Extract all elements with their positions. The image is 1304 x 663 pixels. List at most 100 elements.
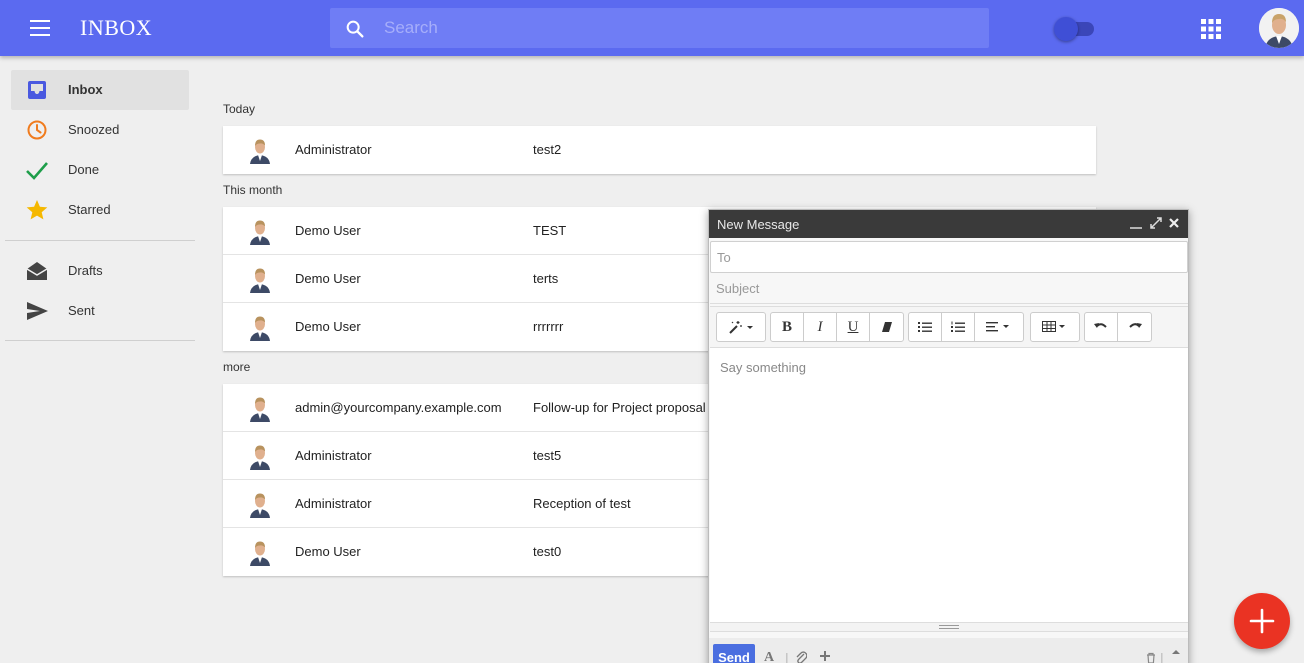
sender-avatar [247,538,273,566]
top-app-bar: INBOX [0,0,1304,56]
to-input[interactable] [711,242,1187,272]
compose-footer: Send A | | [709,638,1188,663]
undo-icon[interactable] [1085,313,1118,341]
paragraph-group [908,312,1024,342]
sender-avatar [247,394,273,422]
sidebar-item-label: Sent [68,303,95,318]
sender-avatar [247,442,273,470]
italic-button[interactable]: I [804,313,837,341]
more-options-icon[interactable] [1171,648,1181,656]
sidebar-divider [5,240,195,241]
style-group [716,312,766,342]
trash-icon[interactable] [1145,652,1157,663]
unordered-list-icon[interactable] [909,313,942,341]
inbox-icon [28,81,46,99]
search-icon[interactable] [344,18,366,40]
expand-icon[interactable] [1149,216,1163,230]
message-group-today: Administrator test2 [223,126,1096,174]
bold-button[interactable]: B [771,313,804,341]
underline-button[interactable]: U [837,313,870,341]
sender-avatar [247,265,273,293]
footer-separator: | [1160,650,1164,663]
compose-header[interactable]: New Message [709,210,1188,238]
sender-avatar [247,313,273,341]
eraser-icon[interactable] [870,313,903,341]
resize-grip-icon [939,625,959,629]
sidebar-item-snoozed[interactable]: Snoozed [11,110,189,150]
footer-separator: | [785,650,789,663]
sender-avatar [247,490,273,518]
sidebar-item-inbox[interactable]: Inbox [11,70,189,110]
sidebar-item-sent[interactable]: Sent [11,291,189,331]
message-subject: test5 [533,448,562,463]
subject-input[interactable] [710,274,1188,303]
section-label-more: more [223,360,251,374]
sidebar-item-starred[interactable]: Starred [11,190,189,230]
body-placeholder: Say something [720,360,806,375]
message-sender: Demo User [295,271,361,286]
app-title: INBOX [80,15,153,40]
message-subject: TEST [533,223,567,238]
toggle-knob [1054,17,1078,41]
message-sender: Demo User [295,319,361,334]
font-style-group: B I U [770,312,904,342]
hamburger-menu-icon[interactable] [22,16,58,40]
editor-toolbar: B I U [710,306,1188,348]
sidebar-divider [5,340,195,341]
to-field [710,241,1188,273]
sidebar-item-drafts[interactable]: Drafts [11,251,189,291]
subject-field [710,274,1188,304]
sidebar-item-label: Inbox [68,82,103,97]
message-subject: Follow-up for Project proposal [533,400,706,415]
message-sender: Administrator [295,142,372,157]
sidebar-item-label: Drafts [68,263,103,278]
sender-avatar [247,217,273,245]
search-input[interactable] [384,8,974,48]
message-sender: Administrator [295,496,372,511]
message-subject: rrrrrrr [533,319,564,334]
attachment-icon[interactable] [795,650,807,663]
sidebar-item-label: Starred [68,202,111,217]
history-group [1084,312,1152,342]
insert-plus-icon[interactable] [819,650,831,662]
sender-avatar [247,136,273,164]
send-icon [27,302,48,320]
section-label-this-month: This month [223,183,283,197]
message-subject: terts [533,271,559,286]
editor-resize-handle[interactable] [710,622,1188,632]
compose-title: New Message [717,217,800,232]
send-button[interactable]: Send [713,644,755,663]
message-row[interactable]: Administrator test2 [223,126,1096,174]
check-icon [26,162,48,180]
search-box [330,8,989,48]
message-sender: Demo User [295,223,361,238]
compose-fab-button[interactable] [1234,593,1290,649]
message-subject: Reception of test [533,496,631,511]
magic-wand-icon[interactable] [717,313,765,341]
redo-icon[interactable] [1118,313,1151,341]
message-sender: Administrator [295,448,372,463]
message-sender: admin@yourcompany.example.com [295,400,502,415]
compose-window: New Message B I U [708,209,1189,663]
minimize-icon[interactable] [1129,216,1143,230]
message-subject: test2 [533,142,562,157]
align-dropdown-icon[interactable] [975,313,1023,341]
ordered-list-icon[interactable] [942,313,975,341]
theme-toggle[interactable] [1054,17,1094,41]
drafts-icon [26,262,48,280]
plus-icon [1249,608,1275,634]
sidebar-item-done[interactable]: Done [11,150,189,190]
sidebar: Inbox Snoozed Done Starred Drafts Sent [0,56,200,663]
message-sender: Demo User [295,544,361,559]
apps-grid-icon[interactable] [1200,18,1222,40]
user-avatar[interactable] [1259,8,1299,48]
star-icon [26,200,48,220]
message-subject: test0 [533,544,562,559]
table-group [1030,312,1080,342]
message-body-editor[interactable]: Say something [710,348,1188,625]
text-format-icon[interactable]: A [764,650,774,663]
sidebar-item-label: Done [68,162,100,177]
close-icon[interactable] [1167,216,1181,230]
section-label-today: Today [223,102,256,116]
table-icon[interactable] [1031,313,1079,341]
